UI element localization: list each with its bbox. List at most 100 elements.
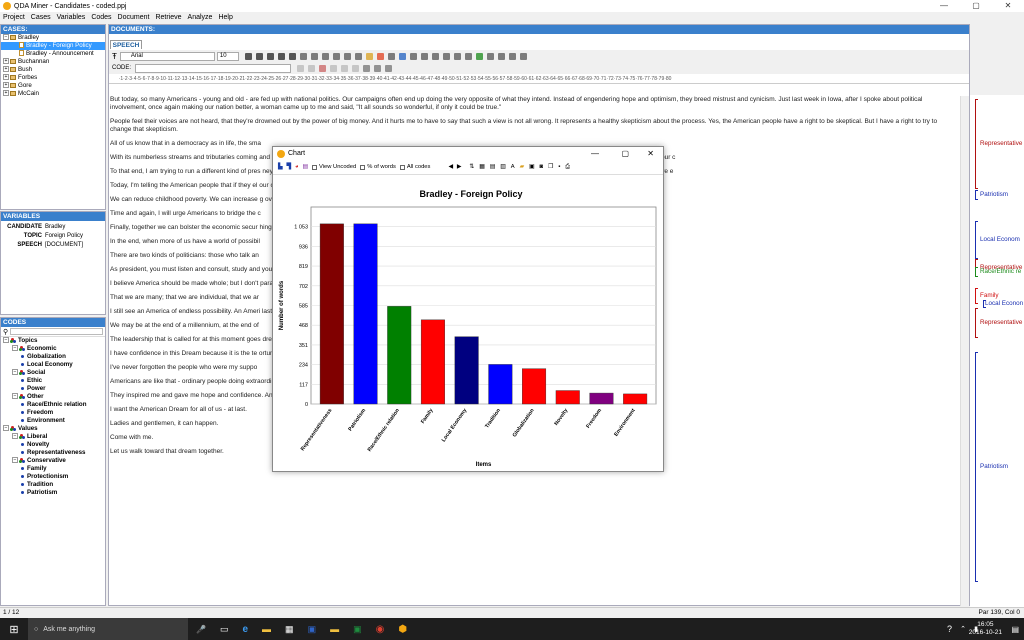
code-action-icon[interactable]: [385, 64, 393, 72]
code-margin-label[interactable]: Local Econon: [985, 300, 1023, 307]
expand-icon[interactable]: +: [3, 58, 9, 65]
code-category[interactable]: − Liberal: [1, 433, 105, 441]
variable-value[interactable]: [DOCUMENT]: [45, 241, 83, 250]
code-bracket[interactable]: [975, 190, 978, 200]
color-icon[interactable]: ▥: [500, 164, 505, 170]
collapse-icon[interactable]: −: [12, 457, 18, 464]
code-margin-label[interactable]: Race/Ethnic re: [980, 268, 1021, 275]
chart-close-button[interactable]: ✕: [647, 149, 654, 158]
horizontal-bar-icon[interactable]: ▜: [286, 164, 290, 170]
font-select[interactable]: Arial: [119, 51, 215, 61]
toolbar-button-icon[interactable]: [387, 52, 395, 60]
code-item[interactable]: Representativeness: [1, 449, 105, 457]
microphone-icon[interactable]: 🎤: [196, 625, 206, 634]
toolbar-button-icon[interactable]: [376, 52, 384, 60]
menu-project[interactable]: Project: [3, 14, 25, 21]
excel-icon[interactable]: ▣: [353, 624, 362, 635]
menu-retrieve[interactable]: Retrieve: [155, 14, 181, 21]
code-margin-label[interactable]: Patriotism: [980, 191, 1008, 198]
collapse-icon[interactable]: −: [3, 337, 9, 344]
code-item[interactable]: Race/Ethnic relation: [1, 401, 105, 409]
tab-speech[interactable]: SPEECH: [110, 40, 142, 49]
font-options-icon[interactable]: A: [511, 164, 515, 170]
toolbar-button-icon[interactable]: [244, 52, 252, 60]
toolbar-button-icon[interactable]: [321, 52, 329, 60]
variable-row[interactable]: TOPIC Foreign Policy: [1, 232, 105, 241]
code-action-icon[interactable]: [341, 64, 349, 72]
code-action-icon[interactable]: [297, 64, 305, 72]
toolbar-button-icon[interactable]: [266, 52, 274, 60]
collapse-icon[interactable]: −: [3, 425, 9, 432]
menu-document[interactable]: Document: [118, 14, 150, 21]
toolbar-button-icon[interactable]: [354, 52, 362, 60]
document-paragraph[interactable]: People feel their voices are not heard, …: [110, 118, 960, 134]
code-item[interactable]: Globalization: [1, 353, 105, 361]
code-action-icon[interactable]: [374, 64, 382, 72]
search-icon[interactable]: ⚲: [3, 328, 8, 336]
clock[interactable]: 16:05 2016-10-21: [969, 621, 1002, 637]
toolbar-button-icon[interactable]: [431, 52, 439, 60]
help-icon[interactable]: ?: [947, 624, 952, 634]
all-codes-checkbox[interactable]: [399, 164, 405, 170]
case-item[interactable]: + Forbes: [1, 74, 105, 82]
toolbar-button-icon[interactable]: [288, 52, 296, 60]
toolbar-button-icon[interactable]: [442, 52, 450, 60]
toolbar-button-icon[interactable]: [343, 52, 351, 60]
case-item[interactable]: + Bush: [1, 66, 105, 74]
windows-start-icon[interactable]: ⊞: [0, 623, 28, 636]
code-action-icon[interactable]: [363, 64, 371, 72]
toolbar-button-icon[interactable]: [365, 52, 373, 60]
font-size-select[interactable]: 10: [216, 51, 239, 61]
code-bracket[interactable]: [975, 99, 978, 189]
variable-value[interactable]: Bradley: [45, 223, 65, 232]
variable-value[interactable]: Foreign Policy: [45, 232, 83, 241]
collapse-icon[interactable]: −: [12, 345, 18, 352]
document-scrollbar[interactable]: [960, 96, 969, 606]
toolbar-button-icon[interactable]: [409, 52, 417, 60]
toolbar-button-icon[interactable]: [420, 52, 428, 60]
code-bracket[interactable]: [975, 288, 978, 304]
codes-search-input[interactable]: [10, 328, 103, 335]
folder-icon[interactable]: ▬: [330, 624, 339, 634]
toolbar-button-icon[interactable]: [332, 52, 340, 60]
toolbar-button-icon[interactable]: [299, 52, 307, 60]
edge-icon[interactable]: e: [242, 624, 248, 635]
save-icon[interactable]: ▪: [558, 164, 560, 170]
code-item[interactable]: Power: [1, 385, 105, 393]
code-bracket[interactable]: [975, 267, 978, 277]
expand-icon[interactable]: +: [3, 74, 9, 81]
code-item[interactable]: Patriotism: [1, 489, 105, 497]
expand-icon[interactable]: +: [3, 90, 9, 97]
code-margin-label[interactable]: Patriotism: [980, 463, 1008, 470]
code-bracket[interactable]: [975, 221, 978, 259]
variable-row[interactable]: SPEECH [DOCUMENT]: [1, 241, 105, 250]
sort-icon[interactable]: ⇅: [469, 164, 474, 170]
toolbar-button-icon[interactable]: [497, 52, 505, 60]
code-margin-label[interactable]: Representative: [980, 140, 1022, 147]
code-category[interactable]: − Social: [1, 369, 105, 377]
code-select[interactable]: [135, 63, 292, 73]
toolbar-button-icon[interactable]: [398, 52, 406, 60]
collapse-icon[interactable]: −: [12, 393, 18, 400]
case-item[interactable]: + Buchannan: [1, 58, 105, 66]
expand-icon[interactable]: +: [3, 66, 9, 73]
toolbar-button-icon[interactable]: [519, 52, 527, 60]
code-action-icon[interactable]: [319, 64, 327, 72]
case-item[interactable]: Bradley - Foreign Policy: [1, 42, 105, 50]
collapse-icon[interactable]: −: [3, 34, 9, 41]
toolbar-button-icon[interactable]: [453, 52, 461, 60]
toolbar-button-icon[interactable]: [464, 52, 472, 60]
open-icon[interactable]: ▰: [520, 164, 524, 170]
document-paragraph[interactable]: But today, so many Americans - young and…: [110, 96, 960, 112]
grid-icon[interactable]: ▦: [479, 164, 484, 170]
code-margin-label[interactable]: Representative: [980, 319, 1022, 326]
tray-chevron-icon[interactable]: ⌃: [960, 625, 966, 633]
image-icon[interactable]: ▣: [529, 164, 534, 170]
variable-row[interactable]: CANDIDATE Bradley: [1, 223, 105, 232]
notification-icon[interactable]: ▤: [1011, 625, 1019, 634]
code-item[interactable]: Novelty: [1, 441, 105, 449]
taskbar-search[interactable]: ○ Ask me anything: [28, 618, 188, 640]
close-button[interactable]: ✕: [992, 0, 1024, 12]
code-action-icon[interactable]: [308, 64, 316, 72]
case-item[interactable]: Bradley - Announcement: [1, 50, 105, 58]
